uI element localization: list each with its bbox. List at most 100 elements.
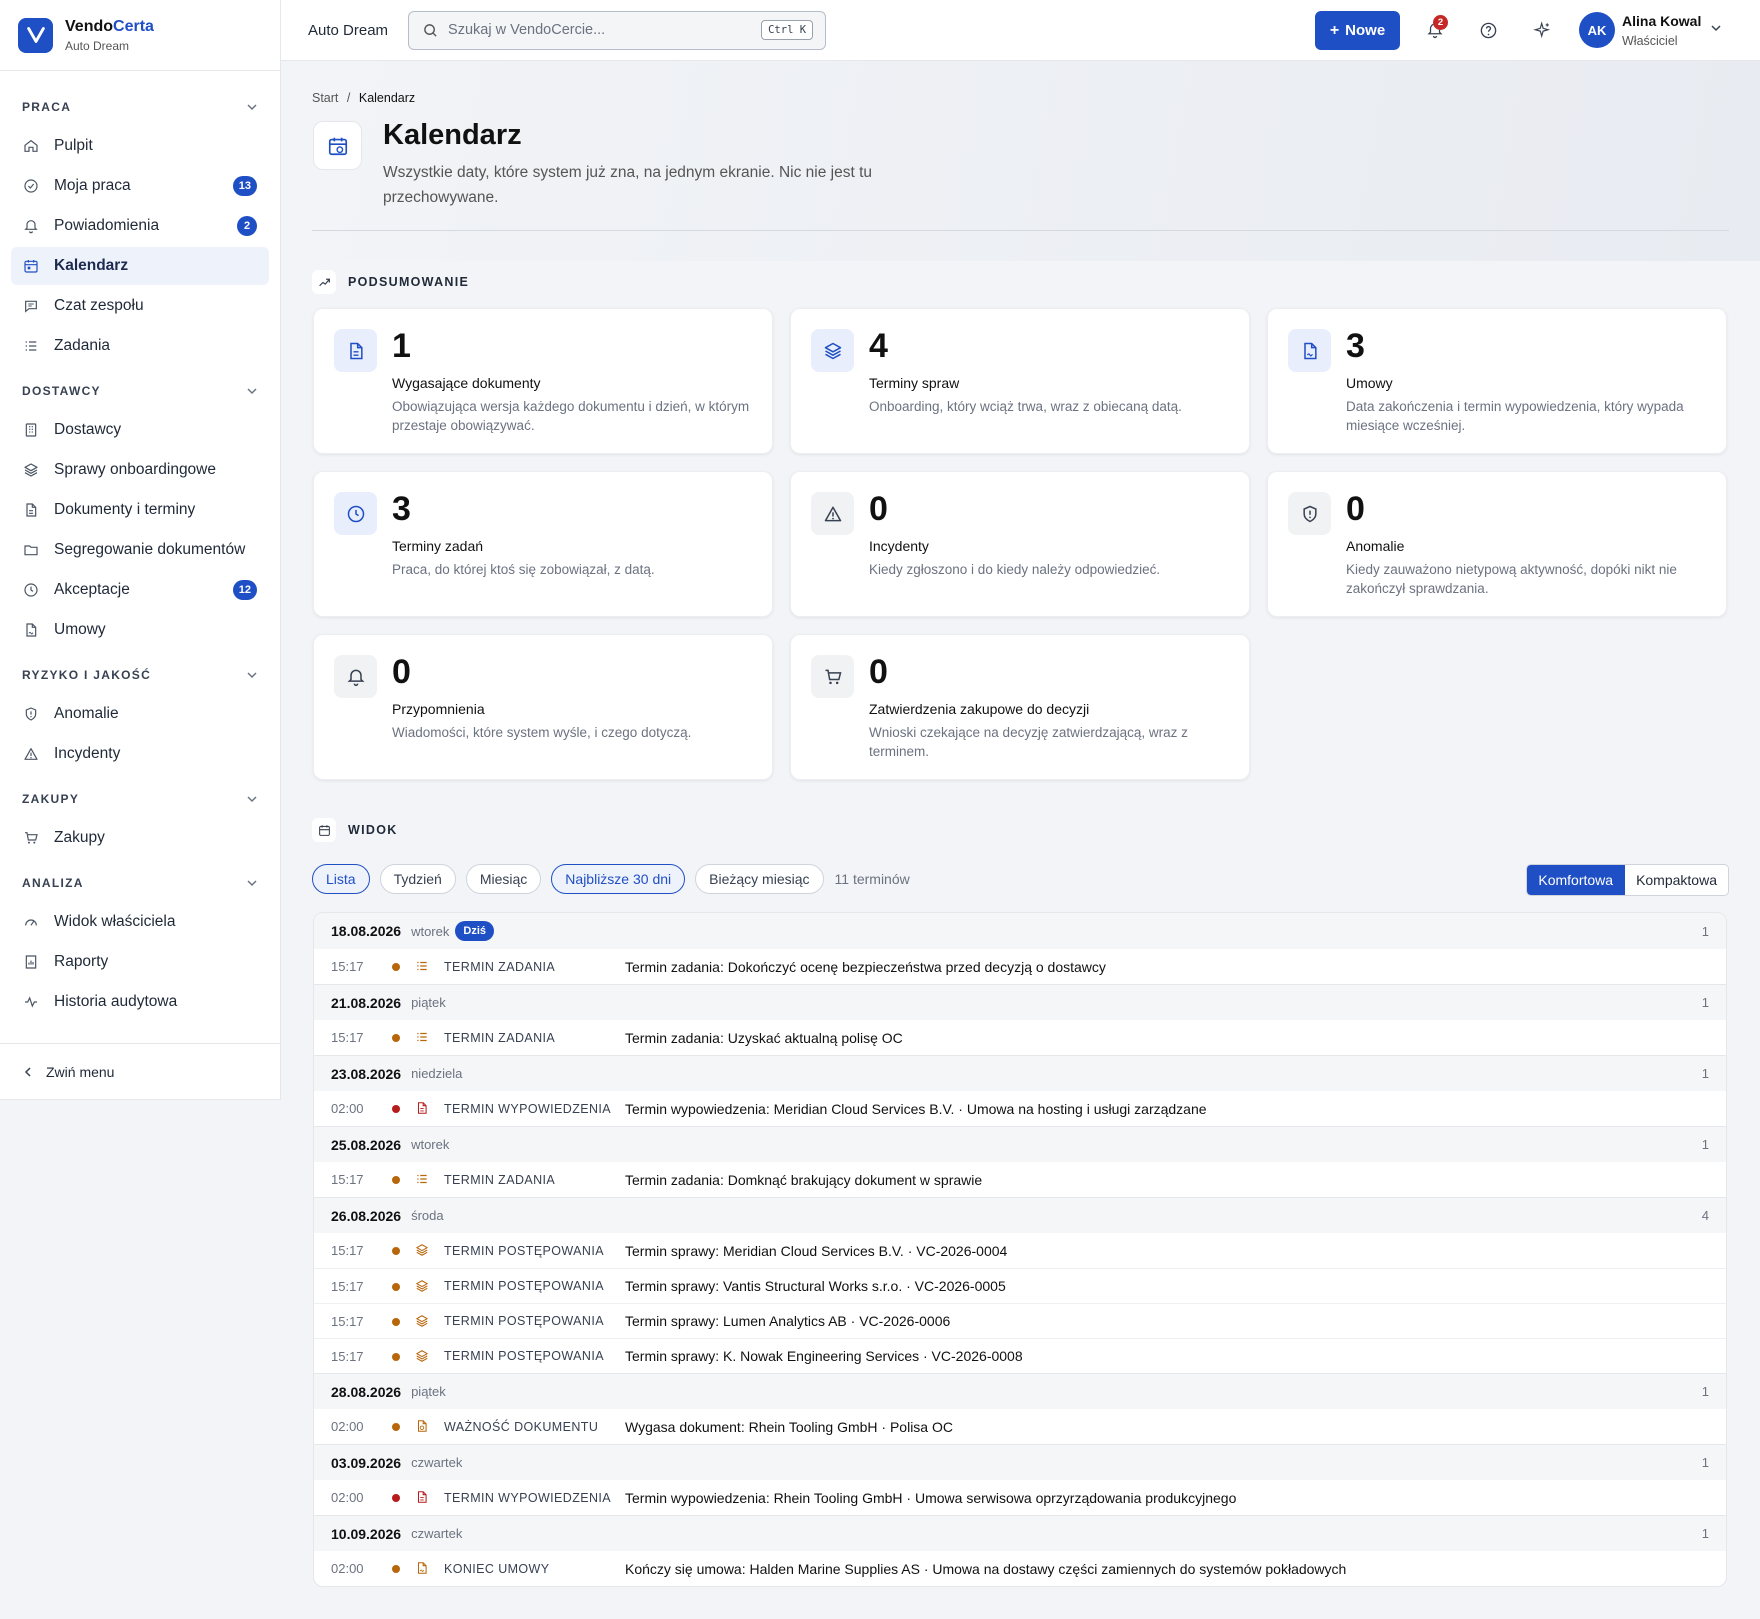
sidebar-item-sprawy-onboardingowe[interactable]: Sprawy onboardingowe: [11, 451, 269, 489]
layers-icon: [415, 1314, 429, 1328]
card-count: 3: [1346, 327, 1365, 365]
event-row[interactable]: 02:00 TERMIN WYPOWIEDZENIA Termin wypowi…: [314, 1091, 1726, 1126]
avatar[interactable]: AK: [1579, 12, 1615, 48]
sidebar-section-header[interactable]: RYZYKO I JAKOŚĆ: [0, 657, 280, 693]
event-row[interactable]: 15:17 TERMIN POSTĘPOWANIA Termin sprawy:…: [314, 1268, 1726, 1303]
card-label: Anomalie: [1346, 538, 1405, 554]
event-kind: TERMIN POSTĘPOWANIA: [444, 1349, 604, 1363]
event-row[interactable]: 02:00 KONIEC UMOWY Kończy się umowa: Hal…: [314, 1551, 1726, 1586]
sidebar-item-dostawcy[interactable]: Dostawcy: [11, 411, 269, 449]
summary-card[interactable]: 0 Incydenty Kiedy zgłoszono i do kiedy n…: [790, 471, 1250, 617]
calendar-icon: [312, 818, 336, 842]
event-title[interactable]: Termin wypowiedzenia: Meridian Cloud Ser…: [625, 1101, 1207, 1117]
sidebar-item-anomalie[interactable]: Anomalie: [11, 695, 269, 733]
sidebar-item-pulpit[interactable]: Pulpit: [11, 127, 269, 165]
view-tab[interactable]: Bieżący miesiąc: [695, 864, 824, 894]
day-weekday: czwartek: [411, 1455, 463, 1470]
summary-card[interactable]: 1 Wygasające dokumenty Obowiązująca wers…: [313, 308, 773, 454]
sidebar-item-kalendarz[interactable]: Kalendarz: [11, 247, 269, 285]
view-tabs: Lista Tydzień Miesiąc Najbliższe 30 dni Bież…: [312, 864, 910, 894]
event-row[interactable]: 15:17 TERMIN POSTĘPOWANIA Termin sprawy:…: [314, 1233, 1726, 1268]
event-row[interactable]: 02:00 TERMIN WYPOWIEDZENIA Termin wypowi…: [314, 1480, 1726, 1515]
building-icon: [23, 422, 39, 438]
sidebar-item-zadania[interactable]: Zadania: [11, 327, 269, 365]
sidebar-item-moja-praca[interactable]: Moja praca 13: [11, 167, 269, 205]
event-title[interactable]: Termin zadania: Dokończyć ocenę bezpiecz…: [625, 959, 1106, 975]
sparkle-icon[interactable]: [1531, 19, 1553, 41]
event-kind: TERMIN WYPOWIEDZENIA: [444, 1101, 612, 1116]
sidebar-item-umowy[interactable]: Umowy: [11, 611, 269, 649]
sidebar-item-incydenty[interactable]: Incydenty: [11, 735, 269, 773]
event-row[interactable]: 02:00 WAŻNOŚĆ DOKUMENTU Wygasa dokument:…: [314, 1409, 1726, 1444]
summary-card[interactable]: 3 Terminy zadań Praca, do której ktoś si…: [313, 471, 773, 617]
day-weekday: piątek: [411, 1384, 446, 1399]
sidebar-item-dokumenty-i-terminy[interactable]: Dokumenty i terminy: [11, 491, 269, 529]
summary-card[interactable]: 0 Anomalie Kiedy zauważono nietypową akt…: [1267, 471, 1727, 617]
contract-icon: [1288, 329, 1331, 372]
sidebar-section-header[interactable]: PRACA: [0, 89, 280, 125]
sidebar-item-label: Anomalie: [54, 705, 119, 722]
sidebar-item-widok-właściciela[interactable]: Widok właściciela: [11, 903, 269, 941]
breadcrumb-home[interactable]: Start: [312, 91, 338, 105]
sidebar-item-historia-audytowa[interactable]: Historia audytowa: [11, 983, 269, 1021]
calendar-icon: [313, 121, 362, 170]
sidebar-section-header[interactable]: DOSTAWCY: [0, 373, 280, 409]
new-button[interactable]: + Nowe: [1315, 11, 1400, 50]
event-title[interactable]: Termin zadania: Uzyskać aktualną polisę …: [625, 1030, 903, 1046]
event-title[interactable]: Termin wypowiedzenia: Rhein Tooling GmbH…: [625, 1490, 1236, 1506]
event-title[interactable]: Termin sprawy: Meridian Cloud Services B…: [625, 1243, 1007, 1259]
event-row[interactable]: 15:17 TERMIN POSTĘPOWANIA Termin sprawy:…: [314, 1338, 1726, 1373]
summary-card[interactable]: 4 Terminy spraw Onboarding, który wciąż …: [790, 308, 1250, 454]
day-date: 23.08.2026: [331, 1065, 402, 1082]
view-tab[interactable]: Miesiąc: [465, 864, 542, 894]
event-title[interactable]: Termin sprawy: K. Nowak Engineering Serv…: [625, 1348, 1023, 1364]
event-time: 02:00: [331, 1101, 364, 1116]
chevron-down-icon[interactable]: [1710, 22, 1722, 34]
view-tab[interactable]: Lista: [312, 864, 370, 894]
card-description: Obowiązująca wersja każdego dokumentu i …: [392, 399, 750, 433]
summary-card[interactable]: 0 Zatwierdzenia zakupowe do decyzji Wnio…: [790, 634, 1250, 780]
sidebar-item-label: Zadania: [54, 337, 111, 354]
sidebar-item-powiadomienia[interactable]: Powiadomienia 2: [11, 207, 269, 245]
brand[interactable]: VendoCerta Auto Dream: [0, 0, 280, 71]
event-row[interactable]: 15:17 TERMIN ZADANIA Termin zadania: Dok…: [314, 949, 1726, 984]
sidebar-item-czat-zespołu[interactable]: Czat zespołu: [11, 287, 269, 325]
event-row[interactable]: 15:17 TERMIN POSTĘPOWANIA Termin sprawy:…: [314, 1303, 1726, 1338]
event-title[interactable]: Kończy się umowa: Halden Marine Supplies…: [625, 1561, 1346, 1577]
event-row[interactable]: 15:17 TERMIN ZADANIA Termin zadania: Dom…: [314, 1162, 1726, 1197]
event-title[interactable]: Termin zadania: Domknąć brakujący dokume…: [625, 1172, 982, 1188]
sidebar-item-raporty[interactable]: Raporty: [11, 943, 269, 981]
card-label: Wygasające dokumenty: [392, 375, 541, 391]
event-title[interactable]: Wygasa dokument: Rhein Tooling GmbH · Po…: [625, 1419, 953, 1435]
sidebar-section-header[interactable]: ANALIZA: [0, 865, 280, 901]
summary-card[interactable]: 0 Przypomnienia Wiadomości, które system…: [313, 634, 773, 780]
density-option[interactable]: Kompaktowa: [1625, 865, 1728, 895]
density-option[interactable]: Komfortowa: [1527, 865, 1626, 895]
user-name[interactable]: Alina Kowal: [1622, 13, 1701, 29]
sidebar-item-segregowanie-dokumentów[interactable]: Segregowanie dokumentów: [11, 531, 269, 569]
event-row[interactable]: 15:17 TERMIN ZADANIA Termin zadania: Uzy…: [314, 1020, 1726, 1055]
day-header: 23.08.2026 niedziela 1: [314, 1055, 1726, 1091]
event-title[interactable]: Termin sprawy: Lumen Analytics AB · VC-2…: [625, 1313, 950, 1329]
chevron-down-icon: [246, 877, 258, 889]
view-tab[interactable]: Najbliższe 30 dni: [551, 864, 686, 894]
user-role: Właściciel: [1622, 34, 1678, 48]
view-tab[interactable]: Tydzień: [379, 864, 456, 894]
new-button-label: Nowe: [1345, 22, 1386, 39]
sidebar-item-zakupy[interactable]: Zakupy: [11, 819, 269, 857]
day-event-count: 1: [1701, 1137, 1709, 1152]
document-icon: [415, 1101, 429, 1115]
status-dot: [392, 1423, 400, 1431]
event-title[interactable]: Termin sprawy: Vantis Structural Works s…: [625, 1278, 1006, 1294]
summary-card[interactable]: 3 Umowy Data zakończenia i termin wypowi…: [1267, 308, 1727, 454]
sidebar-item-akceptacje[interactable]: Akceptacje 12: [11, 571, 269, 609]
collapse-menu-button[interactable]: Zwiń menu: [0, 1043, 280, 1100]
sidebar-section-header[interactable]: ZAKUPY: [0, 781, 280, 817]
search-input[interactable]: Szukaj w VendoCercie... Ctrl K: [408, 10, 827, 50]
main-content: Start / Kalendarz Kalendarz Wszystkie da…: [281, 61, 1760, 1619]
workspace-name[interactable]: Auto Dream: [308, 22, 388, 39]
sidebar-item-label: Dokumenty i terminy: [54, 501, 196, 518]
status-dot: [392, 1247, 400, 1255]
brand-subtitle: Auto Dream: [65, 38, 130, 53]
help-icon[interactable]: [1477, 19, 1499, 41]
